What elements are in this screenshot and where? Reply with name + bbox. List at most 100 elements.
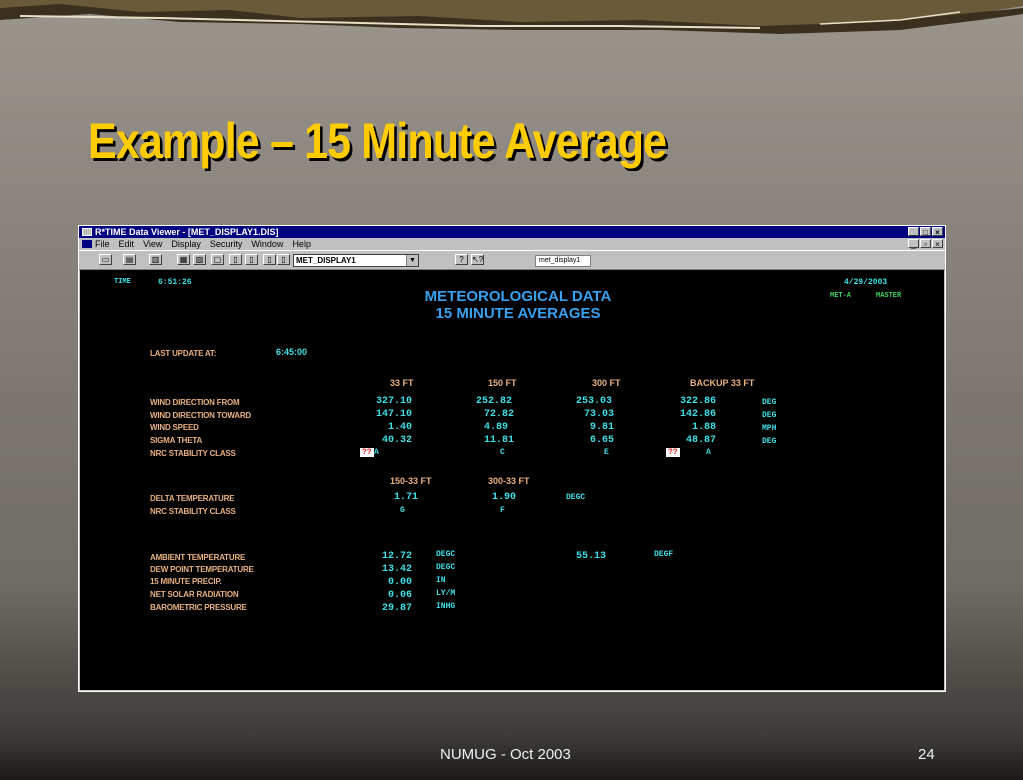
doc-close-button[interactable]: × [932,239,943,249]
menu-view[interactable]: View [143,238,162,250]
app-icon [82,228,92,236]
mode-left: MET-A [830,292,852,300]
row-value: 142.86 [680,409,717,420]
met-display-screen: TIME 6:51:26 4/29/2003 MET-A MASTER METE… [80,270,944,690]
time-label: TIME [114,278,131,286]
dewpoint-value: 13.42 [382,564,413,575]
doc-restore-button[interactable]: ▫ [920,239,931,249]
slide-title: Example – 15 Minute Average [88,113,667,169]
document-window-controls: _ ▫ × [908,239,943,249]
delta-stability-value: F [500,506,505,515]
delta-header-300-33: 300-33 FT [488,476,530,486]
delta-header-150-33: 150-33 FT [390,476,432,486]
display-heading-2: 15 MINUTE AVERAGES [435,305,601,322]
display-select[interactable]: MET_DISPLAY1 ▼ [293,254,419,267]
pressure-label: BAROMETRIC PRESSURE [150,603,247,612]
ambient-value: 12.72 [382,551,413,562]
row-value: 147.10 [376,409,413,420]
app-window: R*TIME Data Viewer - [MET_DISPLAY1.DIS] … [78,225,946,692]
ambient-label: AMBIENT TEMPERATURE [150,553,246,562]
col-header-33ft: 33 FT [390,378,414,388]
window-controls: _ □ × [908,227,943,237]
open-icon[interactable]: ▭ [99,254,112,265]
chevron-down-icon[interactable]: ▼ [406,255,418,266]
row-value: 11.81 [484,435,515,446]
menu-help[interactable]: Help [292,238,311,250]
close-button[interactable]: × [932,227,943,237]
row-value: 327.10 [376,396,413,407]
print-icon[interactable]: ▥ [149,254,162,265]
precip-value: 0.00 [388,577,413,588]
window-title: R*TIME Data Viewer - [MET_DISPLAY1.DIS] [95,227,279,237]
row-value: 1.40 [388,422,413,433]
row-value: 73.03 [584,409,615,420]
dewpoint-label: DEW POINT TEMPERATURE [150,565,254,574]
footer-presentation-name: NUMUG - Oct 2003 [440,746,571,763]
row-unit: DEG [762,411,777,420]
page-end-icon[interactable]: ▯ [277,254,290,265]
stability-label: NRC STABILITY CLASS [150,449,236,458]
dewpoint-unit: DEGC [436,563,456,572]
doc-minimize-button[interactable]: _ [908,239,919,249]
row-value: 48.87 [686,435,717,446]
row-value: 322.86 [680,396,717,407]
solar-unit: LY/M [436,589,456,598]
display-heading-1: METEOROLOGICAL DATA [424,288,612,305]
toolbar: ▭ ▤ ▥ ▦ ▧ ▢ ▯ ▯ ▯ ▯ MET_DISPLAY1 ▼ ? ↖? … [79,250,945,270]
menu-security[interactable]: Security [210,238,243,250]
display-name-field[interactable]: met_display1 [535,255,591,267]
col-header-backup-33ft: BACKUP 33 FT [690,378,755,388]
row-label: WIND DIRECTION FROM [150,398,240,407]
menu-file[interactable]: File [95,238,110,250]
stability-class-300ft: E [604,448,609,457]
row-value: 252.82 [476,396,513,407]
row-value: 40.32 [382,435,413,446]
ambient-unit: DEGC [436,550,456,559]
precip-label: 15 MINUTE PRECIP. [150,577,222,586]
context-help-icon[interactable]: ↖? [471,254,484,265]
display-name-value: met_display1 [539,257,581,264]
delta-stability-value: G [400,506,405,515]
row-value: 72.82 [484,409,515,420]
delta-temp-unit: DEGC [566,493,586,502]
time-value: 6:51:26 [158,278,192,287]
pressure-value: 29.87 [382,603,413,614]
maximize-button[interactable]: □ [920,227,931,237]
solar-label: NET SOLAR RADIATION [150,590,239,599]
solar-value: 0.06 [388,590,413,601]
window-cascade-icon[interactable]: ▧ [193,254,206,265]
stability-class-backup: A [706,448,711,457]
row-unit: DEG [762,398,777,407]
delta-temp-value: 1.71 [394,492,419,503]
page-next-icon[interactable]: ▯ [245,254,258,265]
pressure-unit: INHG [436,602,456,611]
menu-display[interactable]: Display [171,238,201,250]
display-select-value: MET_DISPLAY1 [296,256,356,265]
footer-page-number: 24 [918,746,935,763]
last-update-value: 6:45:00 [276,347,308,357]
alarm-flag: ?? [666,448,680,457]
minimize-button[interactable]: _ [908,227,919,237]
row-unit: MPH [762,424,777,433]
page-icon[interactable]: ▯ [229,254,242,265]
row-value: 9.81 [590,422,615,433]
menu-edit[interactable]: Edit [119,238,135,250]
precip-unit: IN [436,576,446,585]
window-icon[interactable]: ▢ [211,254,224,265]
window-tile-icon[interactable]: ▦ [177,254,190,265]
window-title-bar: R*TIME Data Viewer - [MET_DISPLAY1.DIS] … [79,226,945,238]
document-icon [82,240,92,248]
copy-icon[interactable]: ▤ [123,254,136,265]
stability-class-33ft: A [374,448,379,457]
help-icon[interactable]: ? [455,254,468,265]
page-last-icon[interactable]: ▯ [263,254,276,265]
decorative-brush-stroke [0,0,1023,34]
alarm-flag: ?? [360,448,374,457]
last-update-label: LAST UPDATE AT: [150,349,217,358]
col-header-300ft: 300 FT [592,378,621,388]
menu-window[interactable]: Window [251,238,283,250]
menu-bar: File Edit View Display Security Window H… [79,238,945,250]
row-label: WIND DIRECTION TOWARD [150,411,251,420]
row-value: 6.65 [590,435,615,446]
row-label: SIGMA THETA [150,436,203,445]
